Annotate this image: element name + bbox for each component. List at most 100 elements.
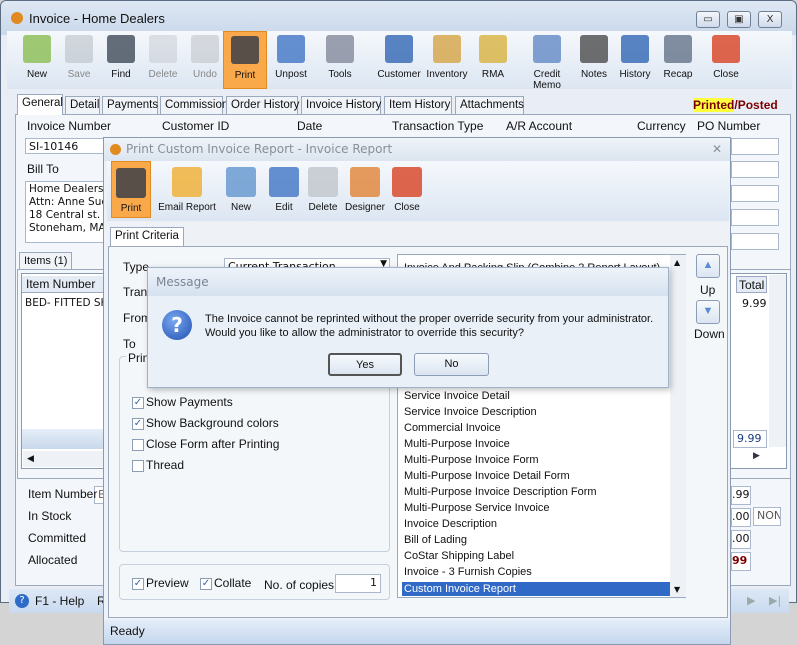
- message-title: Message: [148, 268, 668, 296]
- help-icon[interactable]: ?: [15, 594, 29, 608]
- bill-to-address[interactable]: Home Dealers Attn: Anne Sue 18 Central st.…: [25, 181, 105, 243]
- copies-input[interactable]: 1: [335, 574, 381, 593]
- report-item[interactable]: Service Invoice Detail: [404, 390, 510, 402]
- report-item[interactable]: Commercial Invoice: [404, 422, 501, 434]
- header-field[interactable]: [731, 185, 779, 202]
- close-window-button[interactable]: X: [758, 11, 782, 28]
- toolbar-history-button[interactable]: History: [613, 31, 657, 89]
- report-item[interactable]: Multi-Purpose Invoice Description Form: [404, 486, 597, 498]
- tab-items[interactable]: Items (1): [19, 252, 73, 270]
- tab-commission[interactable]: Commission: [160, 96, 228, 114]
- option-checkbox[interactable]: [132, 460, 144, 472]
- minimize-button[interactable]: ▭: [696, 11, 720, 28]
- toolbar-unpost-button[interactable]: Unpost: [269, 31, 313, 89]
- header-field[interactable]: [731, 138, 779, 155]
- toolbar-rma-button[interactable]: RMA: [471, 31, 515, 89]
- detail-value[interactable]: .00: [731, 508, 751, 527]
- invoice-status: Printed/Posted: [693, 98, 778, 112]
- move-down-button[interactable]: ▼: [696, 300, 720, 324]
- tab-detail[interactable]: Detail: [65, 96, 100, 114]
- list-scrollbar[interactable]: ▲ ▼: [670, 255, 686, 597]
- toolbar-print-button[interactable]: Print: [223, 31, 267, 89]
- report-item[interactable]: Service Invoice Description: [404, 406, 537, 418]
- dialog-print-button[interactable]: Print: [111, 161, 151, 218]
- dialog-new-button[interactable]: New: [223, 161, 259, 218]
- tab-attachments[interactable]: Attachments: [455, 96, 524, 114]
- dialog-email-report-button[interactable]: Email Report: [157, 161, 217, 218]
- dialog-edit-button[interactable]: Edit: [266, 161, 302, 218]
- up-label: Up: [700, 283, 716, 297]
- no-button[interactable]: No: [414, 353, 489, 376]
- header-field[interactable]: [731, 209, 779, 226]
- invoice-number-field[interactable]: SI-10146: [25, 138, 105, 154]
- toolbar-find-button[interactable]: Find: [99, 31, 143, 89]
- horizontal-scrollbar[interactable]: ◀: [23, 451, 105, 467]
- total-cell[interactable]: 9.99: [742, 297, 767, 310]
- report-item[interactable]: Bill of Lading: [404, 534, 467, 546]
- option-checkbox[interactable]: ✓: [132, 397, 144, 409]
- rma-icon: [479, 35, 507, 63]
- toolbar-undo-button[interactable]: Undo: [183, 31, 227, 89]
- report-item[interactable]: Invoice - 3 Furnish Copies: [404, 566, 532, 578]
- last-record-icon[interactable]: ▶|: [769, 594, 781, 607]
- report-item[interactable]: Multi-Purpose Invoice: [404, 438, 510, 450]
- detail-value[interactable]: .99: [731, 486, 751, 505]
- close-icon: [712, 35, 740, 63]
- report-item[interactable]: Multi-Purpose Service Invoice: [404, 502, 550, 514]
- tools-icon: [326, 35, 354, 63]
- scroll-right-icon[interactable]: ▶: [753, 451, 760, 461]
- tab-print-criteria[interactable]: Print Criteria: [110, 227, 184, 247]
- help-link[interactable]: F1 - Help: [35, 594, 84, 608]
- toolbar-save-button[interactable]: Save: [57, 31, 101, 89]
- field-label: A/R Account: [506, 119, 573, 133]
- collate-checkbox[interactable]: ✓: [200, 578, 212, 590]
- option-checkbox[interactable]: ✓: [132, 418, 144, 430]
- non-field[interactable]: NON: [753, 507, 781, 526]
- tab-invoice-history[interactable]: Invoice History: [301, 96, 381, 114]
- dialog-designer-button[interactable]: Designer: [344, 161, 386, 218]
- report-item[interactable]: Custom Invoice Report: [402, 582, 670, 596]
- column-header-item-number[interactable]: Item Number: [22, 276, 104, 293]
- edit-icon: [269, 167, 299, 197]
- report-item[interactable]: CoStar Shipping Label: [404, 550, 514, 562]
- option-label: Show Background colors: [146, 416, 279, 430]
- new-report-icon: [226, 167, 256, 197]
- toolbar-new-button[interactable]: New: [15, 31, 59, 89]
- dialog-close-icon[interactable]: ✕: [712, 142, 722, 156]
- header-field[interactable]: [731, 161, 779, 178]
- down-label: Down: [694, 327, 725, 341]
- dialog-close-button[interactable]: Close: [389, 161, 425, 218]
- report-item[interactable]: Multi-Purpose Invoice Form: [404, 454, 539, 466]
- tab-item-history[interactable]: Item History: [384, 96, 452, 114]
- toolbar-inventory-button[interactable]: Inventory: [425, 31, 469, 89]
- toolbar-delete-button[interactable]: Delete: [141, 31, 185, 89]
- toolbar-close-button[interactable]: Close: [704, 31, 748, 89]
- next-record-icon[interactable]: ▶: [747, 594, 755, 607]
- dialog-delete-button[interactable]: Delete: [305, 161, 341, 218]
- detail-value[interactable]: 99: [731, 552, 751, 571]
- field-label: Transaction Type: [392, 119, 484, 133]
- item-cell[interactable]: BED- FITTED SH: [25, 297, 108, 309]
- tab-payments[interactable]: Payments: [102, 96, 158, 114]
- vertical-scrollbar[interactable]: [769, 275, 786, 447]
- tab-order-history[interactable]: Order History: [226, 96, 299, 114]
- yes-button[interactable]: Yes: [328, 353, 402, 376]
- maximize-button[interactable]: ▣: [727, 11, 751, 28]
- report-item[interactable]: Multi-Purpose Invoice Detail Form: [404, 470, 570, 482]
- toolbar-notes-button[interactable]: Notes: [572, 31, 616, 89]
- move-up-button[interactable]: ▲: [696, 254, 720, 278]
- detail-value[interactable]: .00: [731, 530, 751, 549]
- toolbar-recap-button[interactable]: Recap: [656, 31, 700, 89]
- toolbar-customer-button[interactable]: Customer: [377, 31, 421, 89]
- column-header-total[interactable]: Total: [736, 276, 767, 293]
- dialog-status-bar: Ready: [104, 620, 730, 644]
- toolbar-tools-button[interactable]: Tools: [318, 31, 362, 89]
- window-title: Invoice - Home Dealers: [29, 11, 165, 26]
- report-item[interactable]: Invoice Description: [404, 518, 497, 530]
- option-checkbox[interactable]: [132, 439, 144, 451]
- tab-general[interactable]: General: [17, 94, 63, 115]
- header-field[interactable]: [731, 233, 779, 250]
- save-icon: [65, 35, 93, 63]
- toolbar-credit-memo-button[interactable]: Credit Memo: [519, 31, 575, 91]
- preview-checkbox[interactable]: ✓: [132, 578, 144, 590]
